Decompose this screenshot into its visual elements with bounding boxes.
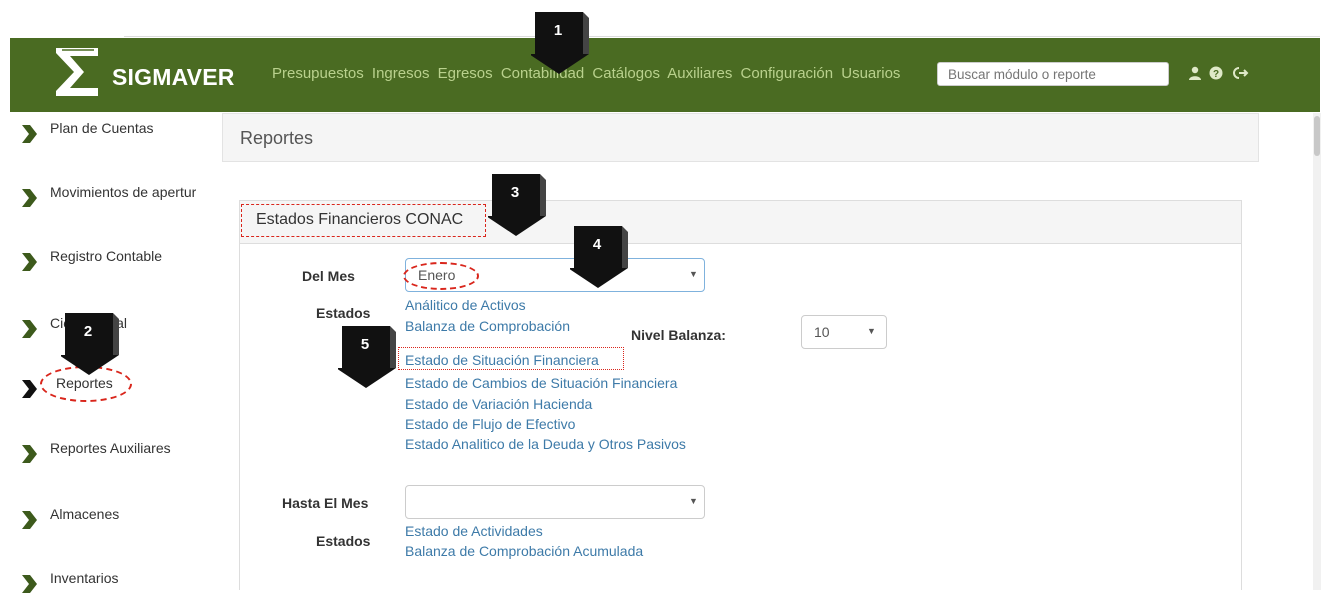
annotation-highlight-enero	[403, 262, 479, 290]
user-icon[interactable]	[1188, 66, 1202, 81]
nivel-balanza-label: Nivel Balanza:	[631, 327, 726, 343]
nav-item-presupuestos[interactable]: Presupuestos	[272, 65, 364, 82]
annotation-marker-2: 2	[61, 311, 119, 375]
sidebar-item-movimientos-apertura[interactable]: Movimientos de apertura	[20, 184, 196, 208]
chevron-right-icon	[22, 125, 37, 143]
hasta-el-mes-label: Hasta El Mes	[282, 495, 369, 511]
search-input[interactable]	[937, 62, 1169, 86]
page-header	[222, 113, 1259, 162]
top-divider	[124, 36, 1320, 37]
annotation-marker-4: 4	[570, 224, 628, 288]
annotation-highlight-situacion-financiera	[398, 347, 624, 370]
chevron-right-icon	[22, 189, 37, 207]
logout-icon[interactable]	[1233, 66, 1249, 80]
chevron-right-icon	[22, 575, 37, 593]
annotation-number: 4	[592, 236, 602, 253]
chevron-down-icon: ▼	[867, 326, 876, 336]
sidebar-item-label: Plan de Cuentas	[50, 120, 154, 136]
nav-item-egresos[interactable]: Egresos	[438, 65, 493, 82]
hasta-el-mes-select[interactable]	[405, 485, 705, 519]
annotation-number: 1	[553, 22, 563, 39]
nav-item-usuarios[interactable]: Usuarios	[841, 65, 900, 82]
link-balanza-comprobacion-acumulada[interactable]: Balanza de Comprobación Acumulada	[405, 543, 643, 559]
sidebar-item-label: Registro Contable	[50, 248, 163, 264]
sidebar-item-registro-contable[interactable]: Registro Contable	[20, 248, 220, 272]
annotation-marker-1: 1	[531, 10, 589, 74]
annotation-highlight-panel-title	[241, 204, 486, 237]
chevron-right-icon	[22, 253, 37, 271]
estados-label: Estados	[316, 305, 371, 321]
sidebar-item-label: Movimientos de apertura	[50, 184, 196, 200]
link-estado-actividades[interactable]: Estado de Actividades	[405, 523, 543, 539]
sidebar-item-almacenes[interactable]: Almacenes	[20, 506, 220, 530]
chevron-right-icon	[22, 445, 37, 463]
scrollbar-track[interactable]	[1313, 113, 1321, 590]
annotation-number: 5	[360, 336, 370, 353]
nav-item-ingresos[interactable]: Ingresos	[372, 65, 430, 82]
sidebar-item-label: Reportes Auxiliares	[50, 440, 171, 456]
annotation-number: 3	[510, 184, 520, 201]
link-estado-flujo-efectivo[interactable]: Estado de Flujo de Efectivo	[405, 416, 575, 432]
scrollbar-thumb[interactable]	[1314, 116, 1320, 156]
link-analitico-activos[interactable]: Análitico de Activos	[405, 297, 526, 313]
link-estado-variacion-hacienda[interactable]: Estado de Variación Hacienda	[405, 396, 592, 412]
brand-name[interactable]: SIGMAVER	[112, 64, 235, 91]
sidebar-item-reportes-auxiliares[interactable]: Reportes Auxiliares	[20, 440, 220, 464]
report-panel	[239, 200, 1242, 590]
svg-text:?: ?	[1213, 69, 1219, 80]
nivel-balanza-value: 10	[814, 324, 830, 340]
link-estado-analitico-deuda[interactable]: Estado Analitico de la Deuda y Otros Pas…	[405, 436, 686, 452]
nav-item-catalogos[interactable]: Catálogos	[592, 65, 660, 82]
del-mes-label: Del Mes	[302, 268, 355, 284]
sidebar-item-label: Almacenes	[50, 506, 120, 522]
sidebar-item-label: Inventarios	[50, 570, 119, 586]
sigma-logo-icon[interactable]	[54, 46, 102, 98]
help-icon[interactable]: ?	[1209, 66, 1223, 80]
link-estado-cambios-situacion[interactable]: Estado de Cambios de Situación Financier…	[405, 375, 677, 391]
annotation-marker-5: 5	[338, 324, 396, 388]
sidebar-item-plan-de-cuentas[interactable]: Plan de Cuentas	[20, 120, 220, 144]
nav-icons: ?	[1188, 64, 1249, 81]
annotation-number: 2	[83, 323, 93, 340]
link-balanza-comprobacion[interactable]: Balanza de Comprobación	[405, 318, 570, 334]
nav-item-auxiliares[interactable]: Auxiliares	[667, 65, 732, 82]
annotation-marker-3: 3	[488, 172, 546, 236]
estados2-label: Estados	[316, 533, 371, 549]
sidebar-item-inventarios[interactable]: Inventarios	[20, 570, 220, 594]
chevron-down-icon: ▼	[689, 496, 698, 506]
chevron-right-icon	[22, 380, 37, 398]
nav-item-configuracion[interactable]: Configuración	[741, 65, 834, 82]
chevron-down-icon: ▼	[689, 269, 698, 279]
chevron-right-icon	[22, 320, 37, 338]
chevron-right-icon	[22, 511, 37, 529]
page-title: Reportes	[240, 128, 314, 148]
